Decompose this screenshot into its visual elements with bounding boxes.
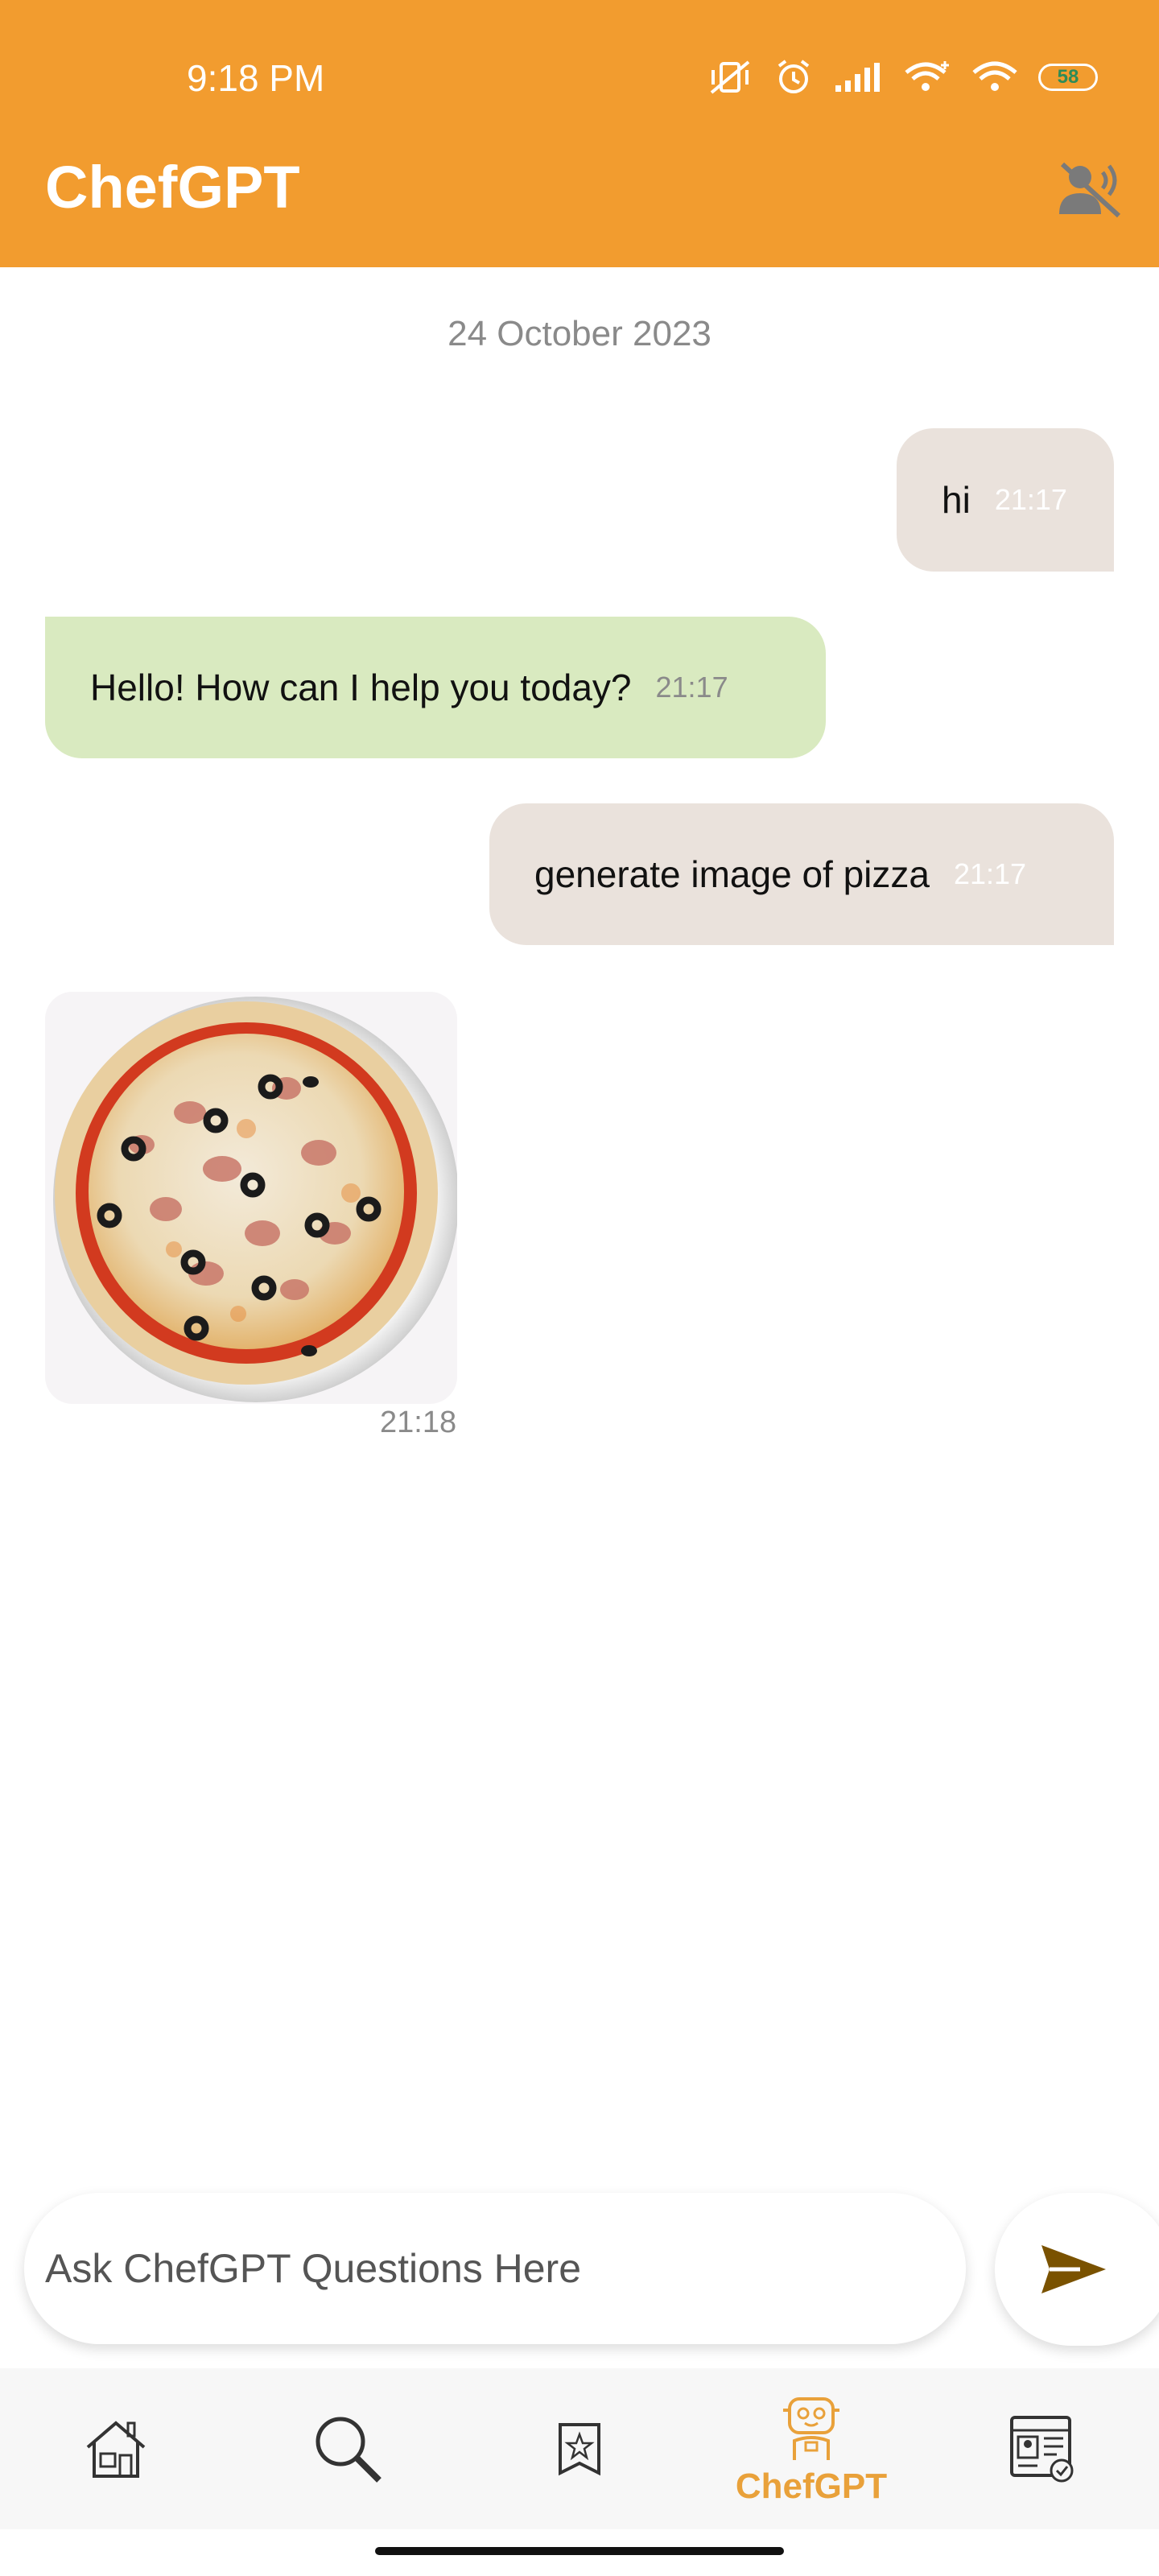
profile-card-icon bbox=[1010, 2416, 1074, 2483]
send-icon bbox=[1041, 2245, 1106, 2293]
vibrate-off-icon bbox=[710, 60, 750, 94]
status-icons: 58 bbox=[707, 58, 1098, 97]
signal-icon bbox=[835, 63, 880, 92]
app-header: 9:18 PM 58 ChefGPT bbox=[0, 0, 1159, 267]
wifi-plus-icon bbox=[905, 61, 949, 91]
send-button[interactable] bbox=[995, 2193, 1159, 2346]
wifi-icon bbox=[972, 61, 1017, 91]
nav-home[interactable] bbox=[52, 2368, 180, 2529]
message-time: 21:17 bbox=[994, 483, 1067, 516]
message-text: Hello! How can I help you today? bbox=[90, 667, 632, 708]
home-icon bbox=[86, 2421, 146, 2478]
nav-profile[interactable] bbox=[979, 2368, 1107, 2529]
message-text: generate image of pizza bbox=[534, 853, 930, 895]
generated-pizza-image[interactable] bbox=[45, 992, 457, 1404]
battery-indicator: 58 bbox=[1038, 64, 1098, 91]
alarm-icon bbox=[777, 60, 810, 93]
robot-chef-icon bbox=[783, 2397, 839, 2460]
voice-off-icon[interactable] bbox=[1056, 158, 1124, 219]
nav-chefgpt-label: ChefGPT bbox=[735, 2467, 888, 2506]
nav-chefgpt[interactable]: ChefGPT bbox=[736, 2368, 887, 2529]
chat-input-placeholder: Ask ChefGPT Questions Here bbox=[45, 2246, 582, 2291]
pizza-illustration bbox=[53, 997, 457, 1402]
bookmark-star-icon bbox=[559, 2423, 600, 2476]
nav-saved[interactable] bbox=[515, 2368, 644, 2529]
message-text: hi bbox=[942, 479, 971, 521]
bot-message: Hello! How can I help you today? 21:17 bbox=[45, 617, 826, 758]
nav-search[interactable] bbox=[283, 2368, 412, 2529]
user-message: hi 21:17 bbox=[897, 428, 1114, 572]
home-indicator[interactable] bbox=[375, 2547, 784, 2555]
bottom-nav: ChefGPT bbox=[0, 2368, 1159, 2529]
page-title: ChefGPT bbox=[45, 154, 300, 221]
chat-date: 24 October 2023 bbox=[448, 314, 711, 353]
search-icon bbox=[316, 2417, 382, 2483]
message-time: 21:17 bbox=[953, 857, 1027, 890]
status-time: 9:18 PM bbox=[187, 57, 325, 99]
image-message-time: 21:18 bbox=[380, 1406, 457, 1439]
message-time: 21:17 bbox=[655, 671, 728, 704]
user-message: generate image of pizza 21:17 bbox=[489, 803, 1114, 945]
chat-input[interactable]: Ask ChefGPT Questions Here bbox=[24, 2193, 966, 2344]
